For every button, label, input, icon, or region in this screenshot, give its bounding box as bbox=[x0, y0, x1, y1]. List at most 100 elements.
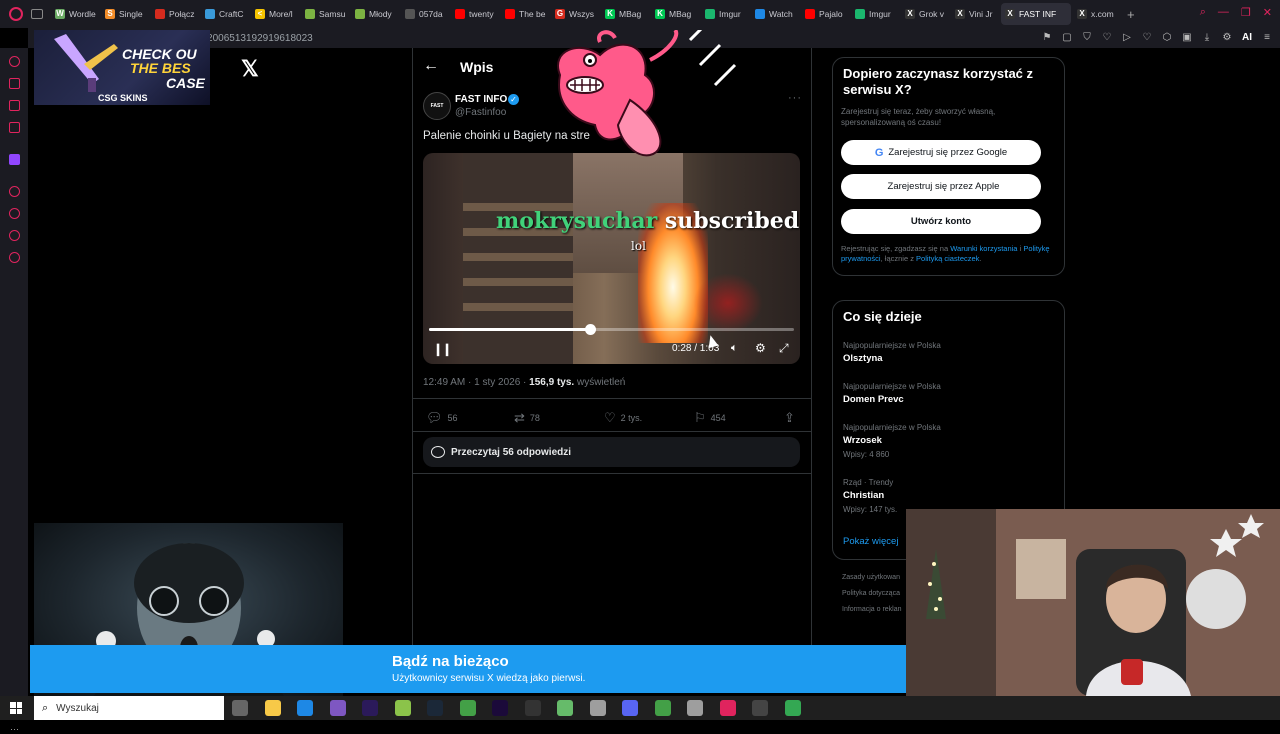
app-grey-icon[interactable] bbox=[589, 700, 606, 716]
sidebar-settings-icon[interactable] bbox=[9, 252, 20, 263]
heart-outline-icon[interactable]: ♡ bbox=[1142, 32, 1152, 43]
premiere-icon[interactable] bbox=[492, 700, 508, 716]
snapshot-icon[interactable]: ▢ bbox=[1062, 32, 1072, 43]
apple-signup-button[interactable]: Zarejestruj się przez Apple bbox=[841, 174, 1041, 199]
video-settings-icon[interactable]: ⚙ bbox=[755, 341, 766, 355]
menu-icon[interactable]: ≡ bbox=[1262, 32, 1272, 43]
post-timestamp[interactable]: 12:49 AM · 1 sty 2026 · bbox=[423, 377, 529, 388]
task-view-icon[interactable] bbox=[232, 700, 248, 716]
windows-start-icon[interactable] bbox=[10, 702, 22, 714]
trend-item[interactable]: Najpopularniejsze w Polska Olsztyna bbox=[843, 341, 941, 364]
steam-icon[interactable] bbox=[427, 700, 443, 716]
sidebar-news-icon[interactable] bbox=[9, 100, 20, 111]
tab-overview-icon[interactable] bbox=[31, 9, 43, 19]
app-books-icon[interactable] bbox=[654, 700, 671, 716]
browser-tab[interactable]: K MBag bbox=[651, 3, 699, 25]
sidebar-messenger-icon[interactable] bbox=[9, 78, 20, 89]
video-player[interactable]: mokrysuchar subscribed x2! lol ❙❙ 0:28 /… bbox=[423, 153, 800, 364]
browser-tab[interactable]: CraftC bbox=[201, 3, 249, 25]
browser-tab[interactable]: Młody bbox=[351, 3, 399, 25]
browser-tab[interactable]: Samsu bbox=[301, 3, 349, 25]
trend-item[interactable]: Najpopularniejsze w Polska Wrzosek Wpisy: … bbox=[843, 423, 941, 459]
opera-logo-icon[interactable] bbox=[9, 7, 23, 21]
browser-tab[interactable]: Imgur bbox=[701, 3, 749, 25]
play-icon[interactable]: ▷ bbox=[1122, 32, 1132, 43]
download-icon[interactable]: ⤓ bbox=[1202, 32, 1212, 43]
app-green-3-icon[interactable] bbox=[557, 700, 573, 716]
video-progress-knob[interactable] bbox=[584, 324, 596, 335]
cookies-link[interactable]: Polityką ciasteczek bbox=[916, 254, 979, 263]
pause-icon[interactable]: ❙❙ bbox=[433, 342, 452, 356]
app-purple-icon[interactable] bbox=[329, 700, 346, 716]
sidebar-extensions-icon[interactable] bbox=[9, 230, 20, 241]
back-arrow-icon[interactable]: ← bbox=[423, 57, 439, 75]
close-icon[interactable]: ✕ bbox=[1263, 6, 1272, 19]
reply-button[interactable]: 💬︎ 56 bbox=[426, 410, 458, 426]
footer-link[interactable]: Informacja o reklan bbox=[842, 606, 902, 613]
ai-button[interactable]: AI bbox=[1242, 32, 1252, 43]
browser-tab[interactable]: Pajalo bbox=[801, 3, 849, 25]
browser-tab[interactable]: twenty bbox=[451, 3, 499, 25]
browser-tab[interactable]: The be bbox=[501, 3, 549, 25]
app-green-2-icon[interactable] bbox=[459, 700, 476, 716]
more-options-icon[interactable]: ··· bbox=[788, 92, 802, 104]
app-dark-icon[interactable] bbox=[752, 700, 768, 716]
volume-icon[interactable]: 🔈︎ bbox=[731, 342, 738, 355]
file-explorer-icon[interactable] bbox=[264, 700, 281, 716]
x-logo-icon[interactable]: 𝕏 bbox=[241, 56, 259, 82]
chrome-icon[interactable] bbox=[784, 700, 801, 716]
browser-tab[interactable]: X Grok v bbox=[901, 3, 949, 25]
browser-tab[interactable]: K MBag bbox=[601, 3, 649, 25]
sidebar-w-icon[interactable] bbox=[9, 122, 20, 133]
author-name[interactable]: FAST INFO bbox=[455, 94, 507, 105]
terms-link[interactable]: Warunki korzystania bbox=[950, 244, 1017, 253]
create-account-button[interactable]: Utwórz konto bbox=[841, 209, 1041, 234]
trend-item[interactable]: Rząd · Trendy Christian Wpisy: 147 tys. bbox=[843, 478, 897, 514]
tools-icon[interactable]: ⚙ bbox=[1222, 32, 1232, 43]
browser-tab[interactable]: X Vini Jr bbox=[951, 3, 999, 25]
heart-icon[interactable]: ♡ bbox=[1102, 32, 1112, 43]
show-more-link[interactable]: Pokaż więcej bbox=[843, 536, 898, 547]
discord-icon[interactable] bbox=[622, 700, 638, 716]
opera-gx-icon[interactable] bbox=[719, 700, 736, 716]
sidebar-more-icon[interactable]: ··· bbox=[10, 724, 19, 734]
sidebar-history-icon[interactable] bbox=[9, 208, 20, 219]
app-m-icon[interactable] bbox=[297, 700, 313, 716]
fullscreen-icon[interactable]: ⤢ bbox=[779, 341, 789, 356]
trend-item[interactable]: Najpopularniejsze w Polska Domen Prevc bbox=[843, 382, 941, 405]
browser-tab[interactable]: < More/l bbox=[251, 3, 299, 25]
app-misc-icon[interactable] bbox=[687, 700, 703, 716]
footer-link[interactable]: Zasady użytkowan bbox=[842, 574, 900, 581]
minimize-icon[interactable]: — bbox=[1218, 6, 1229, 19]
taskbar-search[interactable]: ⌕ Wyszukaj bbox=[34, 696, 224, 720]
wallet-icon[interactable]: ▣ bbox=[1182, 32, 1192, 43]
obs-icon[interactable] bbox=[524, 700, 541, 716]
sidebar-speed-dial-icon[interactable] bbox=[9, 56, 20, 67]
sidebar-player-icon[interactable] bbox=[9, 186, 20, 197]
browser-tab[interactable]: Watch bbox=[751, 3, 799, 25]
video-progress-bar[interactable] bbox=[429, 324, 794, 335]
maximize-icon[interactable]: ❐ bbox=[1241, 6, 1251, 19]
read-replies-button[interactable]: Przeczytaj 56 odpowiedzi bbox=[423, 437, 800, 467]
bookmark-icon[interactable]: ⚑ bbox=[1042, 32, 1052, 43]
avatar[interactable]: FAST bbox=[423, 92, 451, 120]
bookmark-button[interactable]: ⚐ 454 bbox=[694, 410, 726, 426]
browser-tab[interactable]: W Wordle bbox=[51, 3, 99, 25]
browser-tab[interactable]: G Wszys bbox=[551, 3, 599, 25]
browser-tab[interactable]: X FAST INF bbox=[1001, 3, 1071, 25]
search-icon[interactable]: ⌕ bbox=[1200, 6, 1206, 19]
browser-tab[interactable]: S Single bbox=[101, 3, 149, 25]
google-signup-button[interactable]: G Zarejestruj się przez Google bbox=[841, 140, 1041, 165]
like-button[interactable]: ♡ 2 tys. bbox=[604, 410, 642, 426]
browser-tab[interactable]: Połącz bbox=[151, 3, 199, 25]
author-handle[interactable]: @Fastinfoo bbox=[455, 107, 506, 118]
after-effects-icon[interactable] bbox=[362, 700, 378, 716]
browser-tab[interactable]: Xx.com bbox=[1073, 3, 1121, 25]
sidebar-twitch-icon[interactable] bbox=[9, 154, 20, 165]
browser-tab[interactable]: Imgur bbox=[851, 3, 899, 25]
share-button[interactable]: ⇪ bbox=[784, 410, 795, 426]
app-green-icon[interactable] bbox=[394, 700, 411, 716]
new-tab-button[interactable]: + bbox=[1127, 7, 1135, 22]
footer-link[interactable]: Polityka dotycząca bbox=[842, 590, 900, 597]
browser-tab[interactable]: 057da bbox=[401, 3, 449, 25]
